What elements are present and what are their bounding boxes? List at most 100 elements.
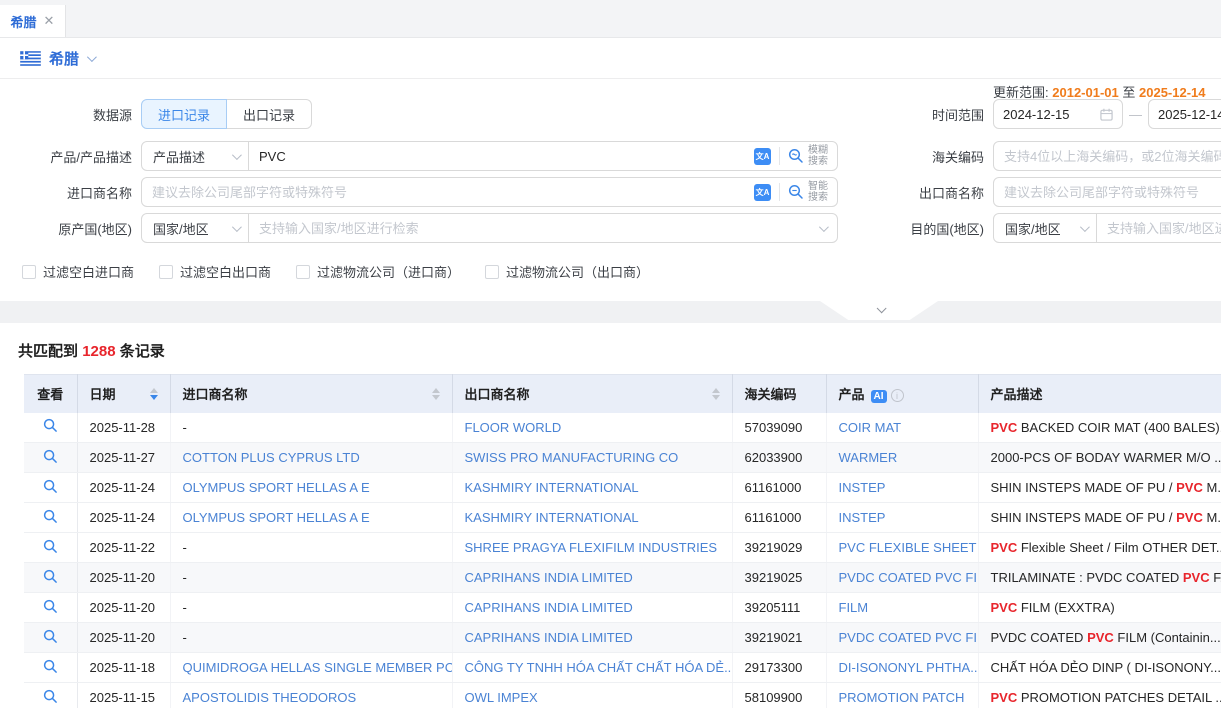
translate-icon[interactable]: 文A [754,148,771,165]
checkbox-icon[interactable] [22,265,36,279]
exporter-link[interactable]: FLOOR WORLD [465,420,562,435]
product-link[interactable]: PVDC COATED PVC FIL... [839,630,979,645]
view-search-icon [43,599,58,614]
description-cell: PVC FILM (EXXTRA) [978,593,1221,623]
filter-checkbox-1[interactable]: 过滤空白出口商 [159,262,271,281]
smart-search-button[interactable]: 智能搜索 [788,181,831,203]
search-icon [788,184,804,200]
exporter-link[interactable]: CAPRIHANS INDIA LIMITED [465,630,633,645]
origin-country-select[interactable]: 国家/地区 [141,213,249,243]
checkbox-icon[interactable] [296,265,310,279]
sort-icon-importer[interactable] [432,388,440,400]
importer-link[interactable]: COTTON PLUS CYPRUS LTD [183,450,360,465]
keyword-highlight: PVC [1183,570,1210,585]
product-link[interactable]: DI-ISONONYL PHTHA... [839,660,979,675]
exporter-link[interactable]: KASHMIRY INTERNATIONAL [465,510,639,525]
description-text: CHẤT HÓA DẺO DINP ( DI-ISONONY... [991,660,1221,675]
description-text: 2000-PCS OF BODAY WARMER M/O ... [991,450,1221,465]
exporter-link[interactable]: SWISS PRO MANUFACTURING CO [465,450,679,465]
view-record-button[interactable] [43,629,58,644]
filter-checkbox-2[interactable]: 过滤物流公司（进口商） [296,262,460,281]
description-text: BACKED COIR MAT (400 BALES)... [1017,420,1221,435]
translate-icon[interactable]: 文A [754,184,771,201]
exporter-link[interactable]: OWL IMPEX [465,690,538,705]
description-text: FILM (Containin... [1114,630,1221,645]
hs-code-cell: 39219021 [732,623,826,653]
view-record-button[interactable] [43,479,58,494]
product-link[interactable]: INSTEP [839,480,886,495]
view-record-button[interactable] [43,509,58,524]
import-records-option[interactable]: 进口记录 [141,99,227,129]
importer-link[interactable]: OLYMPUS SPORT HELLAS A E [183,510,370,525]
dest-country-input[interactable] [1097,215,1221,241]
export-records-option[interactable]: 出口记录 [226,99,312,129]
dest-country-select[interactable]: 国家/地区 [993,213,1097,243]
sort-icon-date[interactable] [150,388,158,400]
view-cell [24,443,77,473]
time-end-input[interactable]: 2025-12-14 [1148,99,1221,129]
hs-code-input[interactable] [994,143,1221,169]
exporter-link[interactable]: CAPRIHANS INDIA LIMITED [465,570,633,585]
product-link[interactable]: WARMER [839,450,898,465]
importer-cell: OLYMPUS SPORT HELLAS A E [170,503,452,533]
importer-link[interactable]: APOSTOLIDIS THEODOROS [183,690,357,705]
view-cell [24,503,77,533]
product-cell: INSTEP [826,503,978,533]
product-label: 产品/产品描述 [0,147,132,166]
importer-link[interactable]: OLYMPUS SPORT HELLAS A E [183,480,370,495]
exporter-link[interactable]: CAPRIHANS INDIA LIMITED [465,600,633,615]
view-record-button[interactable] [43,539,58,554]
importer-link[interactable]: QUIMIDROGA HELLAS SINGLE MEMBER PC [183,660,453,675]
checkbox-label: 过滤物流公司（进口商） [317,262,460,281]
product-type-select[interactable]: 产品描述 [141,141,249,171]
data-source-label: 数据源 [0,105,132,124]
checkbox-icon[interactable] [485,265,499,279]
importer-cell: - [170,413,452,443]
header-exporter[interactable]: 出口商名称 [452,375,732,413]
product-link[interactable]: PROMOTION PATCH [839,690,965,705]
sort-icon-exporter[interactable] [712,388,720,400]
filter-checkbox-3[interactable]: 过滤物流公司（出口商） [485,262,649,281]
results-summary: 共匹配到 1288 条记录 [0,323,1221,374]
exporter-cell: CAPRIHANS INDIA LIMITED [452,593,732,623]
view-record-button[interactable] [43,449,58,464]
view-record-button[interactable] [43,418,58,433]
importer-cell: APOSTOLIDIS THEODOROS [170,683,452,708]
view-record-button[interactable] [43,569,58,584]
exporter-link[interactable]: SHREE PRAGYA FLEXIFILM INDUSTRIES [465,540,718,555]
view-record-button[interactable] [43,659,58,674]
product-link[interactable]: FILM [839,600,869,615]
view-record-button[interactable] [43,689,58,704]
view-record-button[interactable] [43,599,58,614]
origin-country-input[interactable] [249,215,819,241]
product-search-input[interactable] [249,143,754,169]
importer-input[interactable] [142,179,754,205]
header-importer[interactable]: 进口商名称 [170,375,452,413]
description-text: SHIN INSTEPS MADE OF PU / [991,510,1177,525]
date-cell: 2025-11-20 [77,593,170,623]
filter-checkbox-0[interactable]: 过滤空白进口商 [22,262,134,281]
description-cell: PVC PROMOTION PATCHES DETAIL ... [978,683,1221,708]
time-start-input[interactable]: 2024-12-15 [993,99,1123,129]
origin-country-label: 原产国(地区) [0,219,132,238]
fuzzy-search-button[interactable]: 模糊搜索 [788,145,831,167]
header-date[interactable]: 日期 [77,375,170,413]
product-link[interactable]: COIR MAT [839,420,902,435]
date-cell: 2025-11-27 [77,443,170,473]
product-link[interactable]: INSTEP [839,510,886,525]
exporter-input[interactable] [994,179,1221,205]
product-link[interactable]: PVC FLEXIBLE SHEET F... [839,540,979,555]
info-icon[interactable]: i [891,389,904,402]
exporter-link[interactable]: KASHMIRY INTERNATIONAL [465,480,639,495]
view-cell [24,683,77,708]
update-end-date: 2025-12-14 [1139,85,1206,100]
importer-cell: OLYMPUS SPORT HELLAS A E [170,473,452,503]
checkbox-icon[interactable] [159,265,173,279]
ai-badge: AI [871,390,887,403]
tab-close-icon[interactable]: ✕ [44,13,55,29]
collapse-panel-button[interactable] [820,301,938,320]
product-link[interactable]: PVDC COATED PVC FIL... [839,570,979,585]
chevron-down-icon[interactable] [87,52,97,62]
exporter-link[interactable]: CÔNG TY TNHH HÓA CHẤT CHẤT HÓA DẺ... [465,660,733,675]
tab-greece[interactable]: 希腊 ✕ [0,5,66,37]
